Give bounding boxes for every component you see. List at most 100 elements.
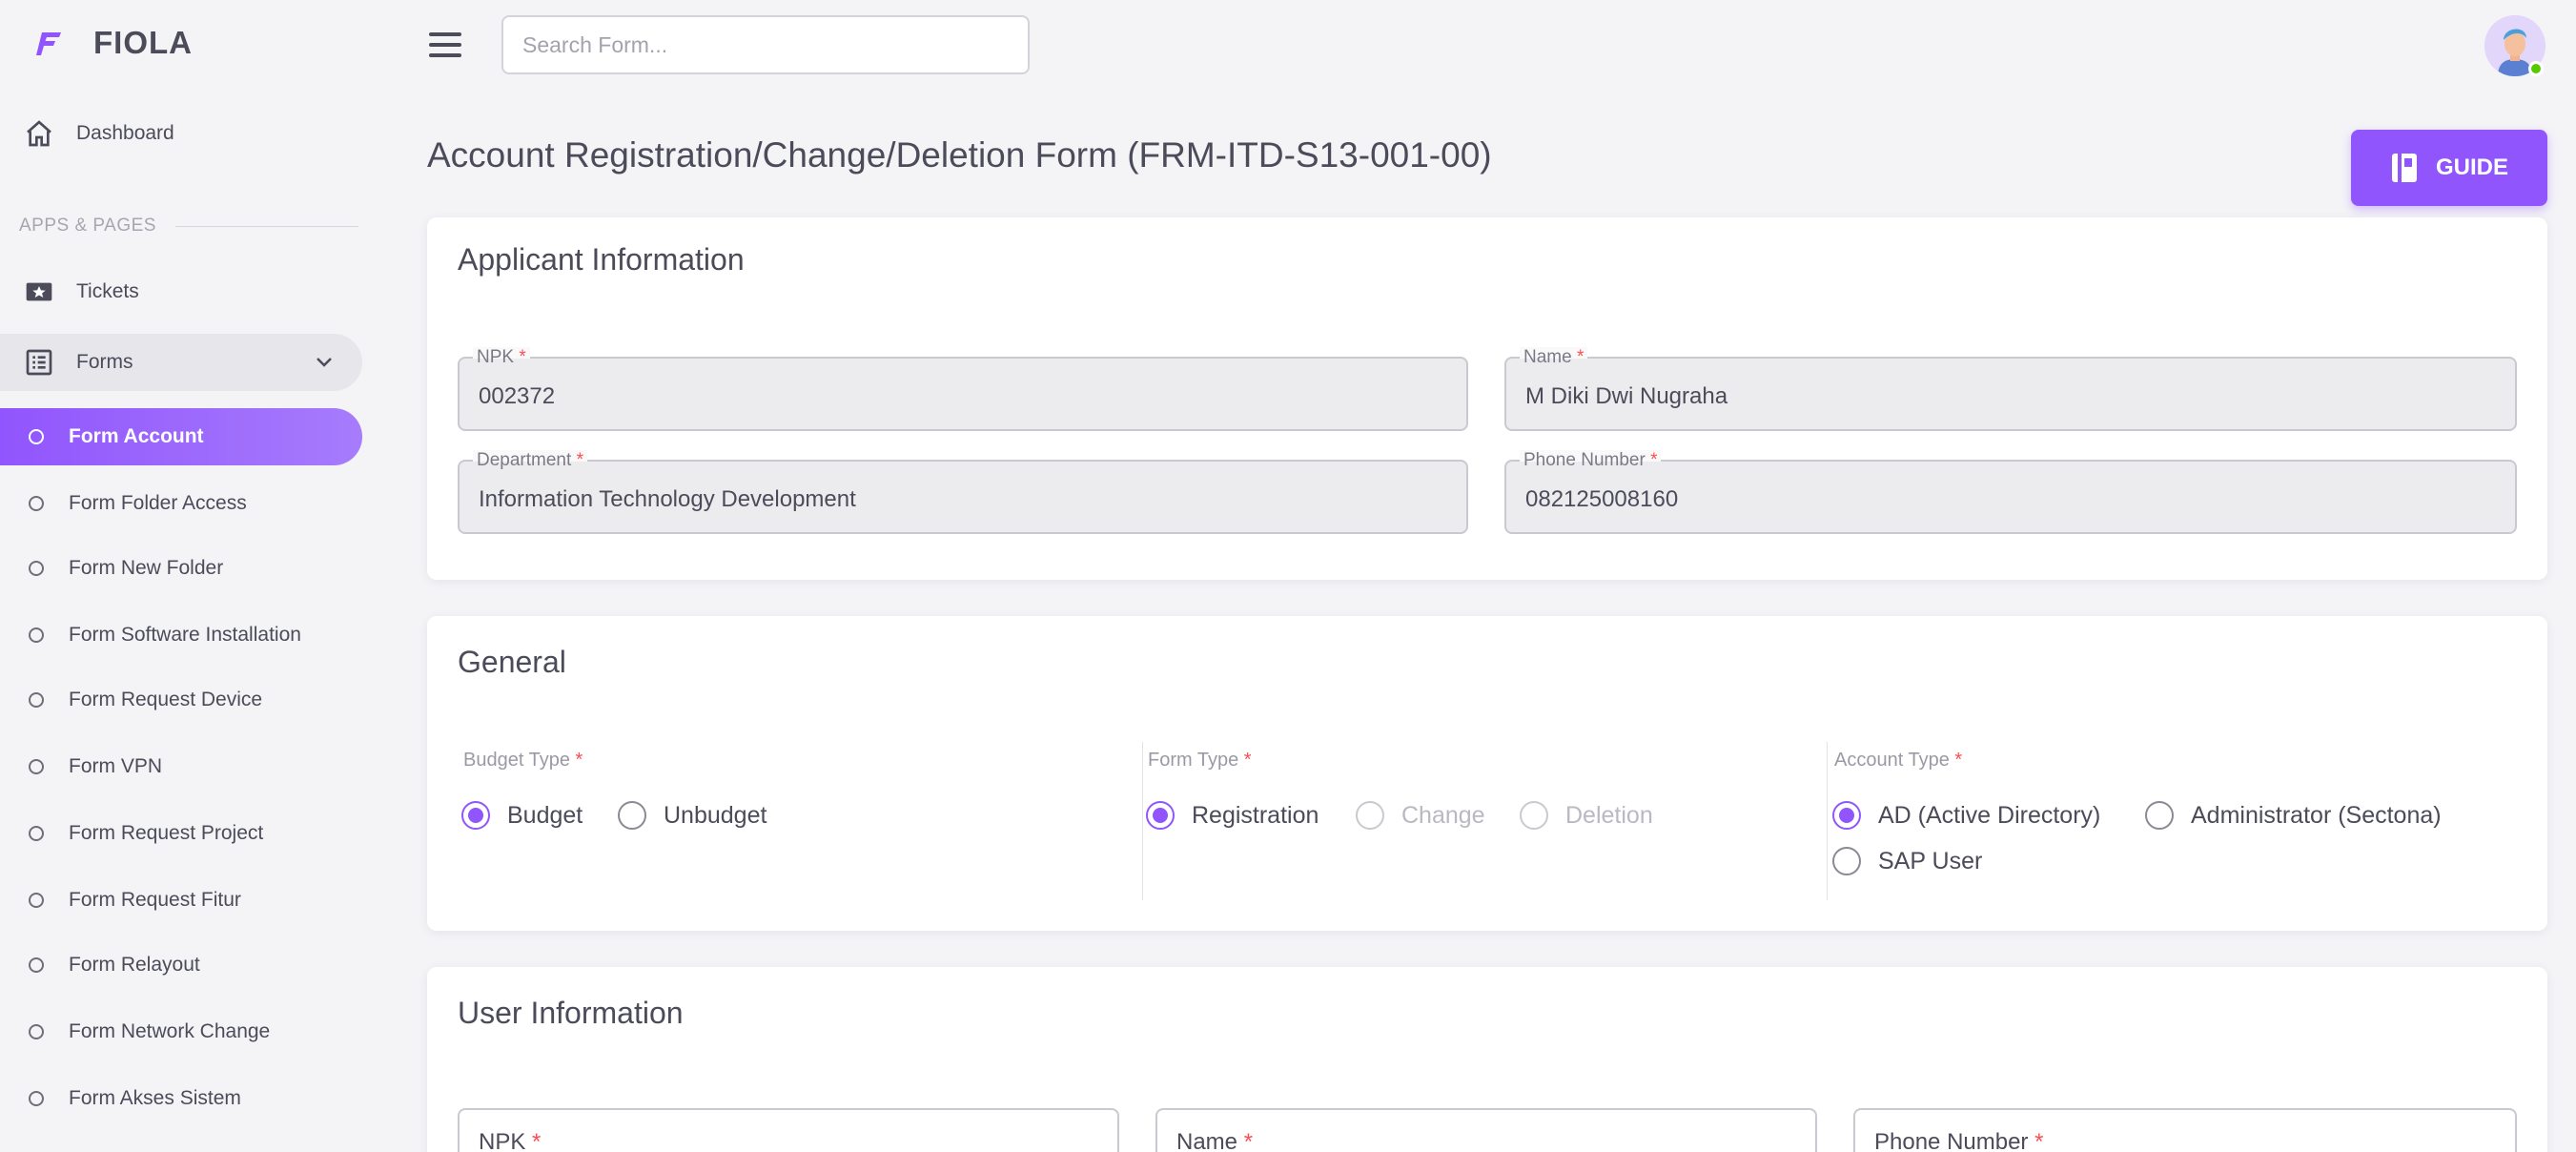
circle-icon (29, 957, 44, 973)
sidebar-item-dashboard[interactable]: Dashboard (0, 105, 362, 162)
radio-unchecked-icon (1832, 847, 1861, 875)
circle-icon (29, 1091, 44, 1106)
radio-unchecked-icon (1520, 801, 1548, 830)
card-title: General (458, 645, 566, 679)
sidebar-subitem-label: Form VPN (69, 755, 163, 777)
circle-icon (29, 1024, 44, 1039)
sidebar-subitem-form-request-project[interactable]: Form Request Project (0, 805, 362, 862)
field-label: NPK (479, 1129, 526, 1152)
sidebar-subitem-label: Form Account (69, 425, 204, 447)
sidebar-subitem-form-vpn[interactable]: Form VPN (0, 738, 362, 795)
field-label: Phone Number (1523, 450, 1646, 470)
radio-administrator-sectona[interactable]: Administrator (Sectona) (2145, 801, 2442, 830)
search-input[interactable] (501, 15, 1030, 74)
online-status-dot (2528, 61, 2544, 76)
radio-unchecked-icon (2145, 801, 2174, 830)
circle-icon (29, 561, 44, 576)
sidebar-subitem-form-account[interactable]: Form Account (0, 408, 362, 465)
radio-checked-icon (461, 801, 490, 830)
user-npk-input[interactable]: NPK * (458, 1108, 1119, 1152)
circle-icon (29, 826, 44, 841)
sidebar-subitem-label: Form Request Project (69, 822, 264, 844)
guide-button[interactable]: GUIDE (2351, 130, 2547, 206)
sidebar-subitem-label: Form Folder Access (69, 492, 247, 514)
required-mark: * (532, 1129, 542, 1152)
sidebar-subitem-label: Form Network Change (69, 1020, 271, 1042)
account-type-label: Account Type * (1834, 750, 1963, 771)
circle-icon (29, 692, 44, 708)
sidebar-subitem-form-request-fitur[interactable]: Form Request Fitur (0, 872, 362, 929)
ticket-icon (23, 276, 55, 308)
applicant-phone-field[interactable]: Phone Number * 082125008160 (1504, 450, 2517, 534)
radio-unbudget[interactable]: Unbudget (618, 801, 767, 830)
home-icon (23, 117, 55, 150)
sidebar-subitem-label: Form Relayout (69, 954, 200, 976)
section-title: APPS & PAGES (19, 216, 358, 237)
field-value: M Diki Dwi Nugraha (1525, 383, 1728, 409)
sidebar-item-forms[interactable]: Forms (0, 334, 362, 391)
circle-icon (29, 759, 44, 774)
user-name-input[interactable]: Name * (1155, 1108, 1817, 1152)
sidebar-subitem-form-relayout[interactable]: Form Relayout (0, 936, 362, 994)
field-label: Department (477, 450, 572, 470)
applicant-npk-field[interactable]: NPK * 002372 (458, 347, 1468, 431)
applicant-information-card: Applicant Information NPK * 002372 Name … (427, 217, 2547, 580)
field-label: Phone Number (1874, 1129, 2029, 1152)
circle-icon (29, 429, 44, 444)
user-phone-input[interactable]: Phone Number * (1853, 1108, 2517, 1152)
guide-button-label: GUIDE (2435, 154, 2508, 180)
required-mark: * (519, 347, 526, 367)
radio-checked-icon (1832, 801, 1861, 830)
form-type-label: Form Type * (1148, 750, 1252, 771)
sidebar-item-label: Dashboard (76, 122, 174, 144)
radio-sap-user[interactable]: SAP User (1832, 847, 1982, 875)
field-value: 002372 (479, 383, 556, 409)
chevron-down-icon (317, 358, 332, 367)
sidebar-subitem-label: Form Request Device (69, 689, 263, 710)
fiola-logo-icon (36, 32, 61, 55)
sidebar-subitem-form-software-installation[interactable]: Form Software Installation (0, 607, 362, 664)
radio-deletion: Deletion (1520, 801, 1653, 830)
required-mark: * (576, 450, 583, 470)
sidebar-subitem-form-new-folder[interactable]: Form New Folder (0, 540, 362, 597)
radio-ad-active-directory[interactable]: AD (Active Directory) (1832, 801, 2100, 830)
radio-registration[interactable]: Registration (1146, 801, 1319, 830)
sidebar-subitem-form-folder-access[interactable]: Form Folder Access (0, 475, 362, 532)
radio-change: Change (1356, 801, 1485, 830)
sidebar-subitem-label: Form Akses Sistem (69, 1087, 241, 1109)
applicant-name-field[interactable]: Name * M Diki Dwi Nugraha (1504, 347, 2517, 431)
field-value: Information Technology Development (479, 486, 856, 512)
radio-unchecked-icon (1356, 801, 1384, 830)
general-card: General Budget Type * Budget Unbudget Fo… (427, 616, 2547, 931)
brand-name: FIOLA (93, 25, 193, 60)
field-label: Name (1523, 347, 1572, 367)
sidebar-item-label: Tickets (76, 280, 139, 302)
card-title: Applicant Information (458, 242, 745, 277)
card-title: User Information (458, 996, 684, 1030)
budget-type-label: Budget Type * (463, 750, 583, 771)
sidebar-subitem-label: Form Request Fitur (69, 889, 241, 911)
sidebar-item-label: Forms (76, 351, 133, 373)
sidebar-subitem-form-network-change[interactable]: Form Network Change (0, 1003, 362, 1060)
applicant-department-field[interactable]: Department * Information Technology Deve… (458, 450, 1468, 534)
book-icon (2391, 154, 2417, 182)
field-label: NPK (477, 347, 515, 367)
required-mark: * (1650, 450, 1658, 470)
radio-unchecked-icon (618, 801, 646, 830)
sidebar-subitem-label: Form New Folder (69, 557, 224, 579)
radio-budget[interactable]: Budget (461, 801, 583, 830)
sidebar-subitem-label: Form Software Installation (69, 624, 301, 646)
required-mark: * (2034, 1129, 2044, 1152)
required-mark: * (1243, 1129, 1254, 1152)
sidebar-item-tickets[interactable]: Tickets (0, 263, 362, 320)
circle-icon (29, 893, 44, 908)
sidebar-subitem-form-request-device[interactable]: Form Request Device (0, 671, 362, 729)
brand[interactable]: FIOLA (34, 25, 193, 61)
circle-icon (29, 496, 44, 511)
radio-checked-icon (1146, 801, 1175, 830)
sidebar-subitem-form-akses-sistem[interactable]: Form Akses Sistem (0, 1070, 362, 1127)
circle-icon (29, 627, 44, 643)
form-list-icon (23, 346, 55, 379)
menu-toggle-icon[interactable] (429, 32, 461, 57)
sidebar: FIOLA Dashboard APPS & PAGES Tickets For… (0, 0, 372, 1152)
